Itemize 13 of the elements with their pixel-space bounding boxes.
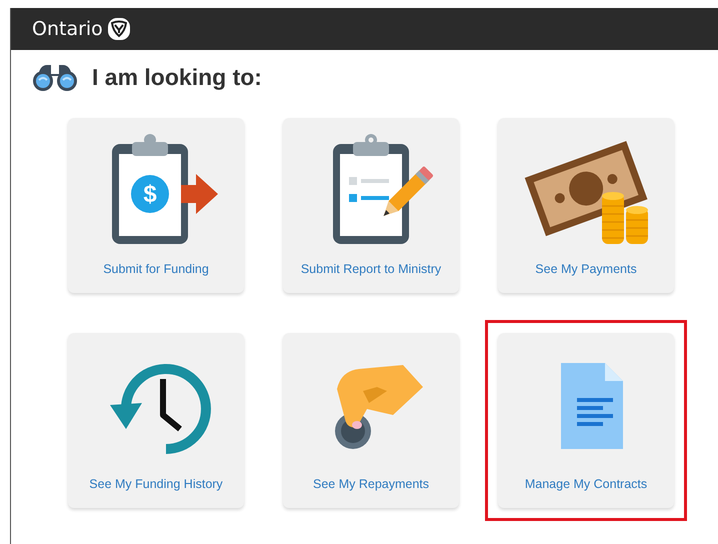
binoculars-icon xyxy=(32,62,78,92)
action-tile[interactable]: $ Submit for Funding xyxy=(68,118,244,293)
action-tile[interactable]: See My Funding History xyxy=(68,333,244,508)
action-tile[interactable]: Submit Report to Ministry xyxy=(283,118,459,293)
action-tile[interactable]: See My Payments xyxy=(498,118,674,293)
action-tile[interactable]: See My Repayments xyxy=(283,333,459,508)
trillium-logo-icon xyxy=(106,17,131,41)
dollar-sign: $ xyxy=(143,181,157,208)
action-tile[interactable]: Manage My Contracts xyxy=(498,333,674,508)
brand-name[interactable]: Ontario xyxy=(32,18,103,40)
arrow-icon xyxy=(181,174,218,214)
coin-icon xyxy=(131,175,169,213)
page-heading: I am looking to: xyxy=(92,64,262,90)
